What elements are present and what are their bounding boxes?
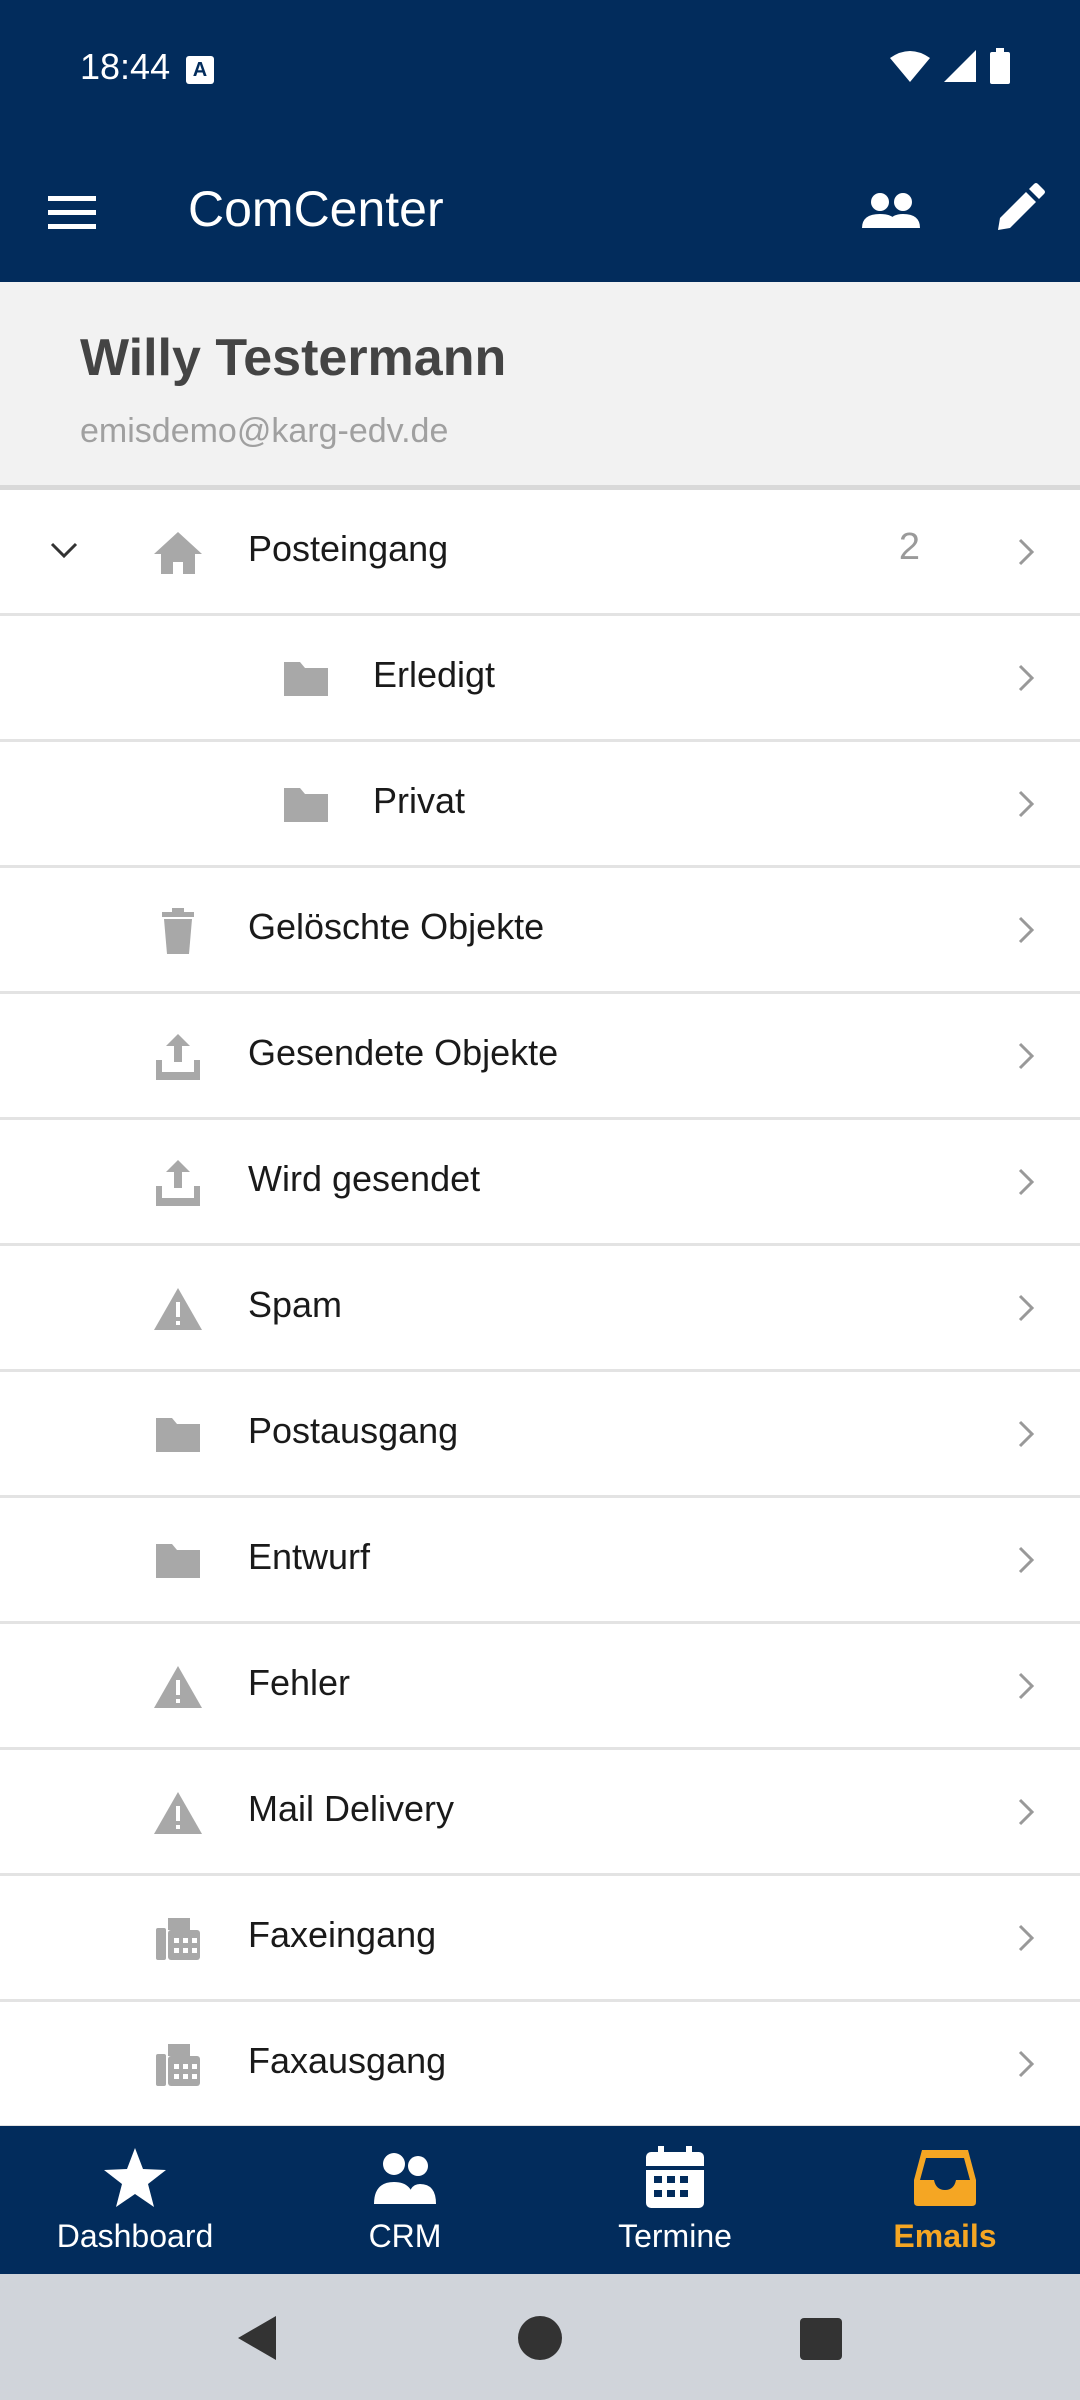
home-icon — [154, 532, 202, 574]
folder-label: Fehler — [248, 1662, 351, 1703]
nav-label: Emails — [893, 2218, 997, 2254]
folder-label: Postausgang — [248, 1410, 459, 1451]
folder-label: Mail Delivery — [248, 1788, 455, 1829]
nav-emails[interactable]: Emails — [810, 2126, 1080, 2274]
warning-icon — [154, 1288, 202, 1330]
folder-row-faxeingang[interactable]: Faxeingang — [0, 1876, 1080, 2002]
people-icon[interactable] — [858, 184, 924, 240]
folder-list: Posteingang 2 Erledigt Privat Gelöschte … — [0, 490, 1080, 2126]
notification-icon: A — [186, 56, 214, 84]
signal-icon — [944, 50, 976, 82]
status-bar: 18:44 A — [0, 0, 1080, 140]
nav-label: Dashboard — [56, 2218, 214, 2254]
folder-label: Entwurf — [248, 1536, 371, 1577]
account-name: Willy Testermann — [80, 329, 507, 387]
back-icon[interactable] — [236, 2314, 278, 2362]
folder-icon — [284, 662, 328, 696]
folder-row-spam[interactable]: Spam — [0, 1246, 1080, 1372]
bottom-navigation: Dashboard CRM Termine Emails — [0, 2126, 1080, 2274]
hamburger-icon[interactable] — [44, 184, 100, 240]
folder-label: Erledigt — [373, 654, 496, 695]
nav-label: CRM — [368, 2218, 442, 2254]
chevron-right-icon — [1018, 1546, 1035, 1574]
folder-row-faxausgang[interactable]: Faxausgang — [0, 2002, 1080, 2126]
chevron-right-icon — [1018, 1924, 1035, 1952]
folder-label: Spam — [248, 1284, 343, 1325]
folder-row-gesendete-objekte[interactable]: Gesendete Objekte — [0, 994, 1080, 1120]
folder-row-erledigt[interactable]: Erledigt — [0, 616, 1080, 742]
folder-icon — [284, 788, 328, 822]
account-header: Willy Testermann emisdemo@karg-edv.de — [0, 282, 1080, 490]
folder-row-posteingang[interactable]: Posteingang 2 — [0, 490, 1080, 616]
folder-row-fehler[interactable]: Fehler — [0, 1624, 1080, 1750]
inbox-icon — [914, 2150, 976, 2206]
nav-termine[interactable]: Termine — [540, 2126, 810, 2274]
app-title: ComCenter — [188, 181, 444, 237]
upload-icon — [156, 1034, 200, 1080]
upload-icon — [156, 1160, 200, 1206]
folder-label: Faxausgang — [248, 2040, 447, 2081]
folder-row-geloeschte-objekte[interactable]: Gelöschte Objekte — [0, 868, 1080, 994]
folder-icon — [156, 1544, 200, 1578]
folder-row-entwurf[interactable]: Entwurf — [0, 1498, 1080, 1624]
wifi-icon — [890, 51, 930, 82]
chevron-right-icon — [1018, 1168, 1035, 1196]
chevron-right-icon — [1018, 538, 1035, 566]
status-time: 18:44 — [80, 46, 171, 87]
chevron-right-icon — [1018, 1294, 1035, 1322]
chevron-right-icon — [1018, 1420, 1035, 1448]
people-icon — [374, 2153, 436, 2204]
folder-label: Gesendete Objekte — [248, 1032, 559, 1073]
nav-label: Termine — [618, 2218, 732, 2254]
account-email: emisdemo@karg-edv.de — [80, 412, 449, 450]
calendar-icon — [646, 2146, 704, 2208]
chevron-right-icon — [1018, 664, 1035, 692]
chevron-right-icon — [1018, 1798, 1035, 1826]
folder-icon — [156, 1418, 200, 1452]
folder-label: Privat — [373, 780, 466, 821]
nav-dashboard[interactable]: Dashboard — [0, 2126, 270, 2274]
folder-row-privat[interactable]: Privat — [0, 742, 1080, 868]
folder-label: Gelöschte Objekte — [248, 906, 545, 947]
nav-crm[interactable]: CRM — [270, 2126, 540, 2274]
folder-label: Posteingang — [248, 528, 449, 569]
home-button-icon[interactable] — [518, 2316, 562, 2360]
folder-label: Wird gesendet — [248, 1158, 481, 1199]
recents-icon[interactable] — [800, 2318, 842, 2360]
warning-icon — [154, 1666, 202, 1708]
chevron-right-icon — [1018, 916, 1035, 944]
fax-icon — [156, 2044, 200, 2086]
warning-icon — [154, 1792, 202, 1834]
chevron-down-icon[interactable] — [44, 530, 84, 570]
fax-icon — [156, 1918, 200, 1960]
app-bar: ComCenter — [0, 140, 1080, 282]
star-icon — [104, 2148, 166, 2207]
chevron-right-icon — [1018, 1042, 1035, 1070]
pencil-icon[interactable] — [990, 182, 1046, 238]
trash-icon — [162, 908, 194, 954]
chevron-right-icon — [1018, 790, 1035, 818]
chevron-right-icon — [1018, 1672, 1035, 1700]
folder-label: Faxeingang — [248, 1914, 437, 1955]
folder-row-postausgang[interactable]: Postausgang — [0, 1372, 1080, 1498]
folder-row-mail-delivery[interactable]: Mail Delivery — [0, 1750, 1080, 1876]
chevron-right-icon — [1018, 2050, 1035, 2078]
status-icons — [890, 48, 1010, 84]
system-navigation-bar — [0, 2274, 1080, 2400]
unread-count: 2 — [898, 526, 920, 568]
battery-icon — [990, 48, 1010, 84]
folder-row-wird-gesendet[interactable]: Wird gesendet — [0, 1120, 1080, 1246]
